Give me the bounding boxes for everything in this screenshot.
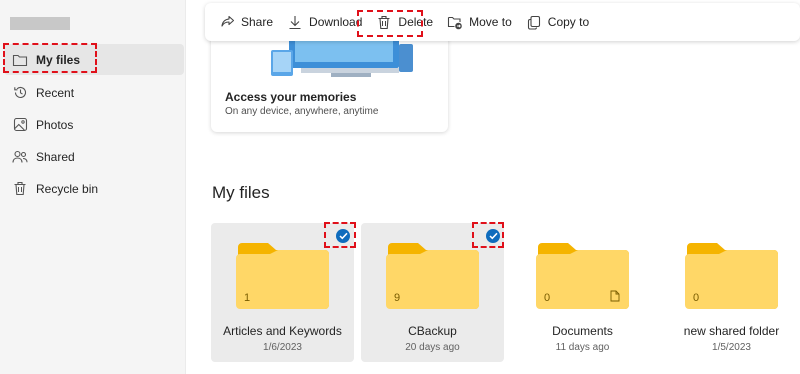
delete-button[interactable]: Delete xyxy=(370,7,439,37)
move-to-button[interactable]: Move to xyxy=(441,7,518,37)
memories-subtitle: On any device, anywhere, anytime xyxy=(225,106,379,117)
copy-to-button[interactable]: Copy to xyxy=(520,7,595,37)
sidebar-item-recycle-bin[interactable]: Recycle bin xyxy=(4,173,184,204)
copy-to-icon xyxy=(526,14,542,30)
sidebar-item-label: Recent xyxy=(36,85,75,100)
recycle-bin-icon xyxy=(12,181,28,197)
folder-tile-articles-and-keywords[interactable]: 1 Articles and Keywords 1/6/2023 xyxy=(211,223,354,362)
copy-to-label: Copy to xyxy=(547,15,590,29)
item-count: 9 xyxy=(394,292,401,304)
item-count: 0 xyxy=(544,292,551,304)
sidebar-item-label: Photos xyxy=(36,117,74,132)
photos-icon xyxy=(12,117,28,133)
folder-tile-cbackup[interactable]: 9 CBackup 20 days ago xyxy=(361,223,504,362)
sidebar-item-photos[interactable]: Photos xyxy=(4,109,184,140)
folder-name: Documents xyxy=(552,324,613,338)
folder-date: 11 days ago xyxy=(555,342,610,353)
sidebar: My files Recent Photos Shared Recycle bi… xyxy=(0,0,186,374)
folder-date: 20 days ago xyxy=(405,342,460,353)
folder-tile-documents[interactable]: 0 Documents 11 days ago xyxy=(511,223,654,362)
folder-date: 1/5/2023 xyxy=(712,342,751,353)
folder-tile-new-shared-folder[interactable]: 0 new shared folder 1/5/2023 xyxy=(660,223,800,362)
recent-icon xyxy=(12,85,28,101)
document-icon xyxy=(610,290,620,302)
command-bar: Share Download Delete Move to Copy to xyxy=(205,3,800,41)
share-icon xyxy=(219,14,235,30)
share-button[interactable]: Share xyxy=(213,7,279,37)
move-to-icon xyxy=(447,14,463,30)
sidebar-item-label: Shared xyxy=(36,149,75,164)
item-count: 0 xyxy=(693,292,700,304)
account-name-placeholder xyxy=(10,17,70,30)
folder-icon xyxy=(12,52,28,68)
folder-name: CBackup xyxy=(408,324,457,338)
download-icon xyxy=(287,14,303,30)
sidebar-item-my-files[interactable]: My files xyxy=(4,44,184,75)
item-count: 1 xyxy=(244,292,251,304)
checkmark-icon[interactable] xyxy=(336,229,350,243)
sidebar-item-label: My files xyxy=(36,52,81,67)
devices-illustration xyxy=(271,38,413,77)
delete-label: Delete xyxy=(398,15,434,29)
shared-icon xyxy=(12,149,28,165)
folder-name: new shared folder xyxy=(683,324,780,338)
sidebar-item-label: Recycle bin xyxy=(36,181,99,196)
move-to-label: Move to xyxy=(469,15,512,29)
download-button[interactable]: Download xyxy=(281,7,368,37)
section-title: My files xyxy=(212,183,270,202)
memories-title: Access your memories xyxy=(225,90,357,104)
folder-name: Articles and Keywords xyxy=(223,324,342,338)
folder-date: 1/6/2023 xyxy=(263,342,302,353)
sidebar-item-recent[interactable]: Recent xyxy=(4,77,184,108)
checkmark-icon[interactable] xyxy=(486,229,500,243)
download-label: Download xyxy=(309,15,363,29)
delete-icon xyxy=(376,14,392,30)
share-label: Share xyxy=(241,15,274,29)
sidebar-item-shared[interactable]: Shared xyxy=(4,141,184,172)
